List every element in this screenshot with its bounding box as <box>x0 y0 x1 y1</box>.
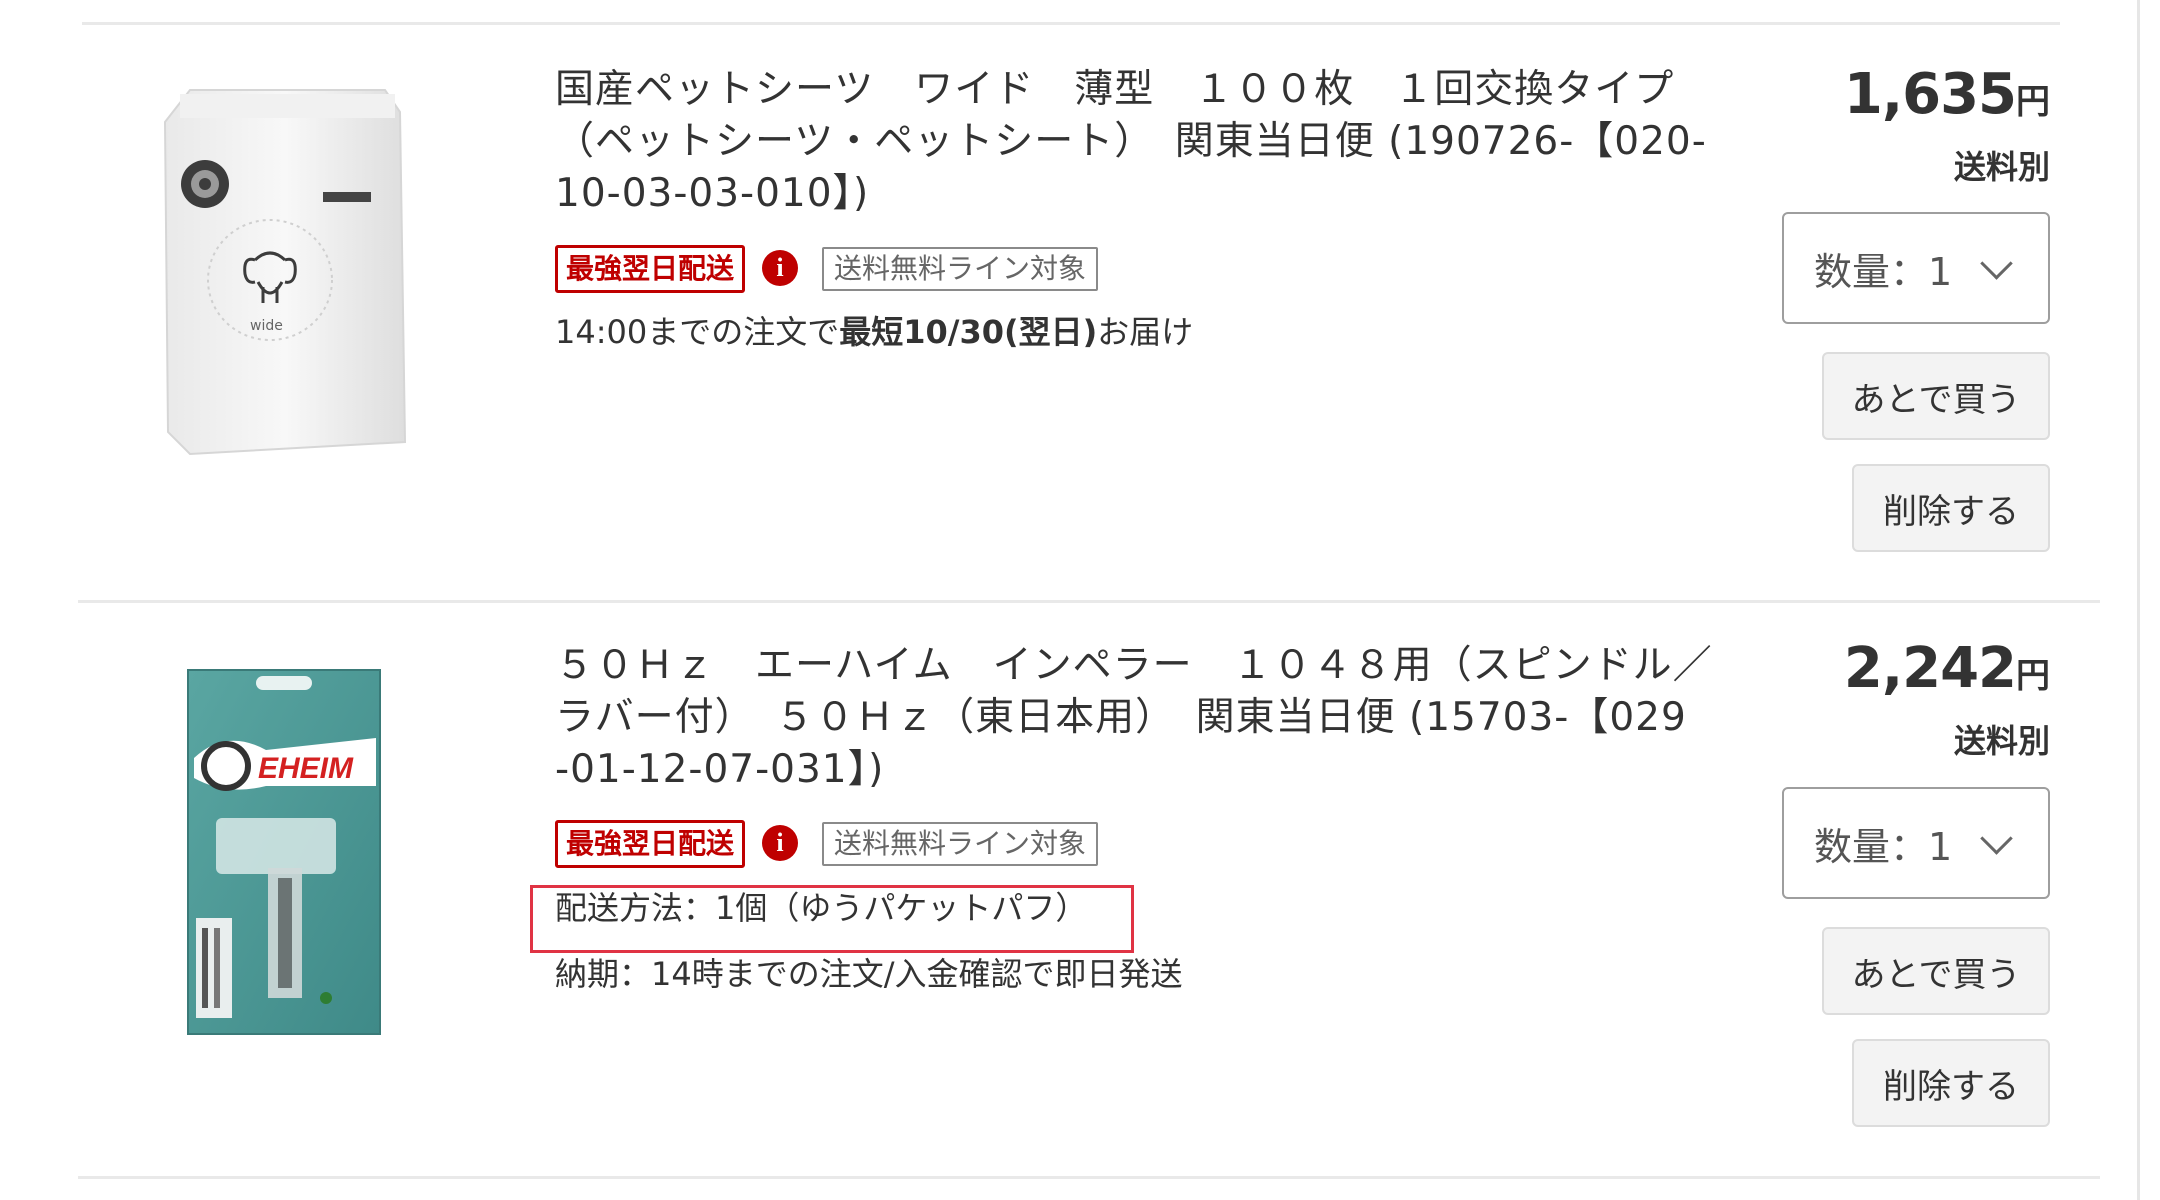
product-title-line: ラバー付） ５０Ｈｚ（東日本用） 関東当日便 (15703-【029 <box>555 695 1687 740</box>
quantity-select-label: 数量：1 <box>1814 824 1953 869</box>
product-title-line: 国産ペットシーツ ワイド 薄型 １００枚 １回交換タイプ <box>555 67 1675 112</box>
save-for-later-button[interactable]: あとで買う <box>1822 927 2050 1015</box>
shipping-method: 配送方法：1個（ゆうパケットパフ） <box>555 889 1088 927</box>
free-shipping-line-badge: 送料無料ライン対象 <box>822 247 1099 291</box>
scroll-edge <box>2137 0 2140 1200</box>
save-for-later-button[interactable]: あとで買う <box>1822 352 2050 440</box>
quantity-select[interactable]: 数量：1 <box>1782 212 2050 324</box>
item-divider <box>78 600 2100 603</box>
next-day-delivery-badge: 最強翌日配送 <box>555 245 746 293</box>
chevron-down-icon <box>1980 822 2013 855</box>
chevron-down-icon <box>1980 247 2013 280</box>
bottom-divider <box>78 1176 2100 1179</box>
product-title[interactable]: 国産ペットシーツ ワイド 薄型 １００枚 １回交換タイプ （ペットシーツ・ペット… <box>555 64 1735 220</box>
info-icon[interactable]: i <box>762 825 798 861</box>
quantity-select-label: 数量：1 <box>1814 249 1953 294</box>
delivery-estimate-suffix: お届け <box>1097 313 1194 351</box>
brand-logo-text: EHEIM <box>258 752 354 785</box>
next-day-delivery-badge: 最強翌日配送 <box>555 820 746 868</box>
product-title-line: 10-03-03-010】) <box>555 171 870 216</box>
free-shipping-line-badge: 送料無料ライン対象 <box>822 822 1099 866</box>
item-price: 1,635円 <box>1844 62 2050 127</box>
delete-button[interactable]: 削除する <box>1852 1039 2050 1127</box>
price-value: 1,635 <box>1843 62 2017 127</box>
info-icon[interactable]: i <box>762 250 798 286</box>
lead-time: 納期：14時までの注文/入金確認で即日発送 <box>555 955 1183 993</box>
product-title-line: ５０Ｈｚ エーハイム インペラー １０４８用（スピンドル／ <box>555 643 1713 688</box>
quantity-select[interactable]: 数量：1 <box>1782 787 2050 899</box>
package-label: wide <box>250 318 283 334</box>
product-title-line: （ペットシーツ・ペットシート） 関東当日便 (190726-【020- <box>555 119 1707 164</box>
product-title[interactable]: ５０Ｈｚ エーハイム インペラー １０４８用（スピンドル／ ラバー付） ５０Ｈｚ… <box>555 640 1735 796</box>
item-price: 2,242円 <box>1844 636 2050 701</box>
delivery-estimate-prefix: 14:00までの注文で <box>555 313 840 351</box>
delete-button[interactable]: 削除する <box>1852 464 2050 552</box>
price-value: 2,242 <box>1843 636 2017 701</box>
product-image[interactable]: EHEIM <box>186 668 382 1036</box>
price-unit: 円 <box>2016 82 2050 122</box>
shipping-fee-note: 送料別 <box>1953 722 2050 760</box>
product-image[interactable]: wide <box>160 82 410 462</box>
shipping-fee-note: 送料別 <box>1953 148 2050 186</box>
product-title-line: -01-12-07-031】) <box>555 747 885 792</box>
price-unit: 円 <box>2016 656 2050 696</box>
pet-sheet-package-image: wide <box>163 89 407 456</box>
delivery-estimate: 14:00までの注文で最短10/30(翌日)お届け <box>555 310 1193 354</box>
eheim-impeller-package-image: EHEIM <box>187 669 381 1035</box>
top-divider <box>82 22 2060 25</box>
delivery-estimate-date: 最短10/30(翌日) <box>839 313 1098 351</box>
